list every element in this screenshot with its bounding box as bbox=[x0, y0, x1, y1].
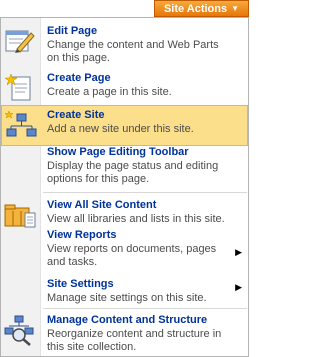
menu-item-create-site[interactable]: Create Site Add a new site under this si… bbox=[1, 105, 248, 146]
menu-item-view-reports[interactable]: View Reports View reports on documents, … bbox=[1, 225, 248, 275]
site-actions-menu: Edit Page Change the content and Web Par… bbox=[0, 17, 249, 357]
menu-item-manage-content-and-structure[interactable]: Manage Content and Structure Reorganize … bbox=[1, 310, 248, 356]
manage-content-icon bbox=[3, 314, 37, 346]
menu-item-description: Manage site settings on this site. bbox=[47, 292, 207, 304]
menu-item-description: Create a page in this site. bbox=[47, 86, 172, 98]
menu-separator bbox=[43, 192, 247, 193]
menu-item-title: Create Page bbox=[47, 72, 111, 84]
site-actions-label: Site Actions bbox=[163, 2, 228, 15]
edit-page-icon bbox=[3, 25, 37, 57]
menu-item-description: View reports on documents, pages and tas… bbox=[47, 243, 217, 268]
menu-item-description: Change the content and Web Parts on this… bbox=[47, 39, 219, 64]
menu-item-title: Edit Page bbox=[47, 25, 98, 37]
menu-item-description: Reorganize content and structure in this… bbox=[47, 328, 222, 353]
menu-item-site-settings[interactable]: Site Settings Manage site settings on th… bbox=[1, 274, 248, 310]
menu-item-title: Create Site bbox=[47, 109, 105, 121]
menu-item-description: Add a new site under this site. bbox=[47, 123, 194, 135]
create-site-icon bbox=[4, 110, 38, 142]
menu-item-title: Manage Content and Structure bbox=[47, 314, 208, 326]
submenu-arrow-icon: ▶ bbox=[235, 247, 242, 257]
create-page-icon bbox=[3, 72, 37, 104]
menu-separator bbox=[43, 308, 247, 309]
submenu-arrow-icon: ▶ bbox=[235, 282, 242, 292]
menu-item-title: Show Page Editing Toolbar bbox=[47, 146, 189, 158]
menu-item-create-page[interactable]: Create Page Create a page in this site. bbox=[1, 68, 248, 108]
menu-item-edit-page[interactable]: Edit Page Change the content and Web Par… bbox=[1, 21, 248, 65]
menu-item-title: Site Settings bbox=[47, 278, 114, 290]
menu-item-title: View All Site Content bbox=[47, 199, 157, 211]
site-actions-button[interactable]: Site Actions ▼ bbox=[154, 0, 249, 17]
menu-item-title: View Reports bbox=[47, 229, 117, 241]
chevron-down-icon: ▼ bbox=[231, 3, 240, 13]
menu-item-description: Display the page status and editing opti… bbox=[47, 160, 219, 185]
menu-item-show-page-editing-toolbar[interactable]: Show Page Editing Toolbar Display the pa… bbox=[1, 142, 248, 192]
